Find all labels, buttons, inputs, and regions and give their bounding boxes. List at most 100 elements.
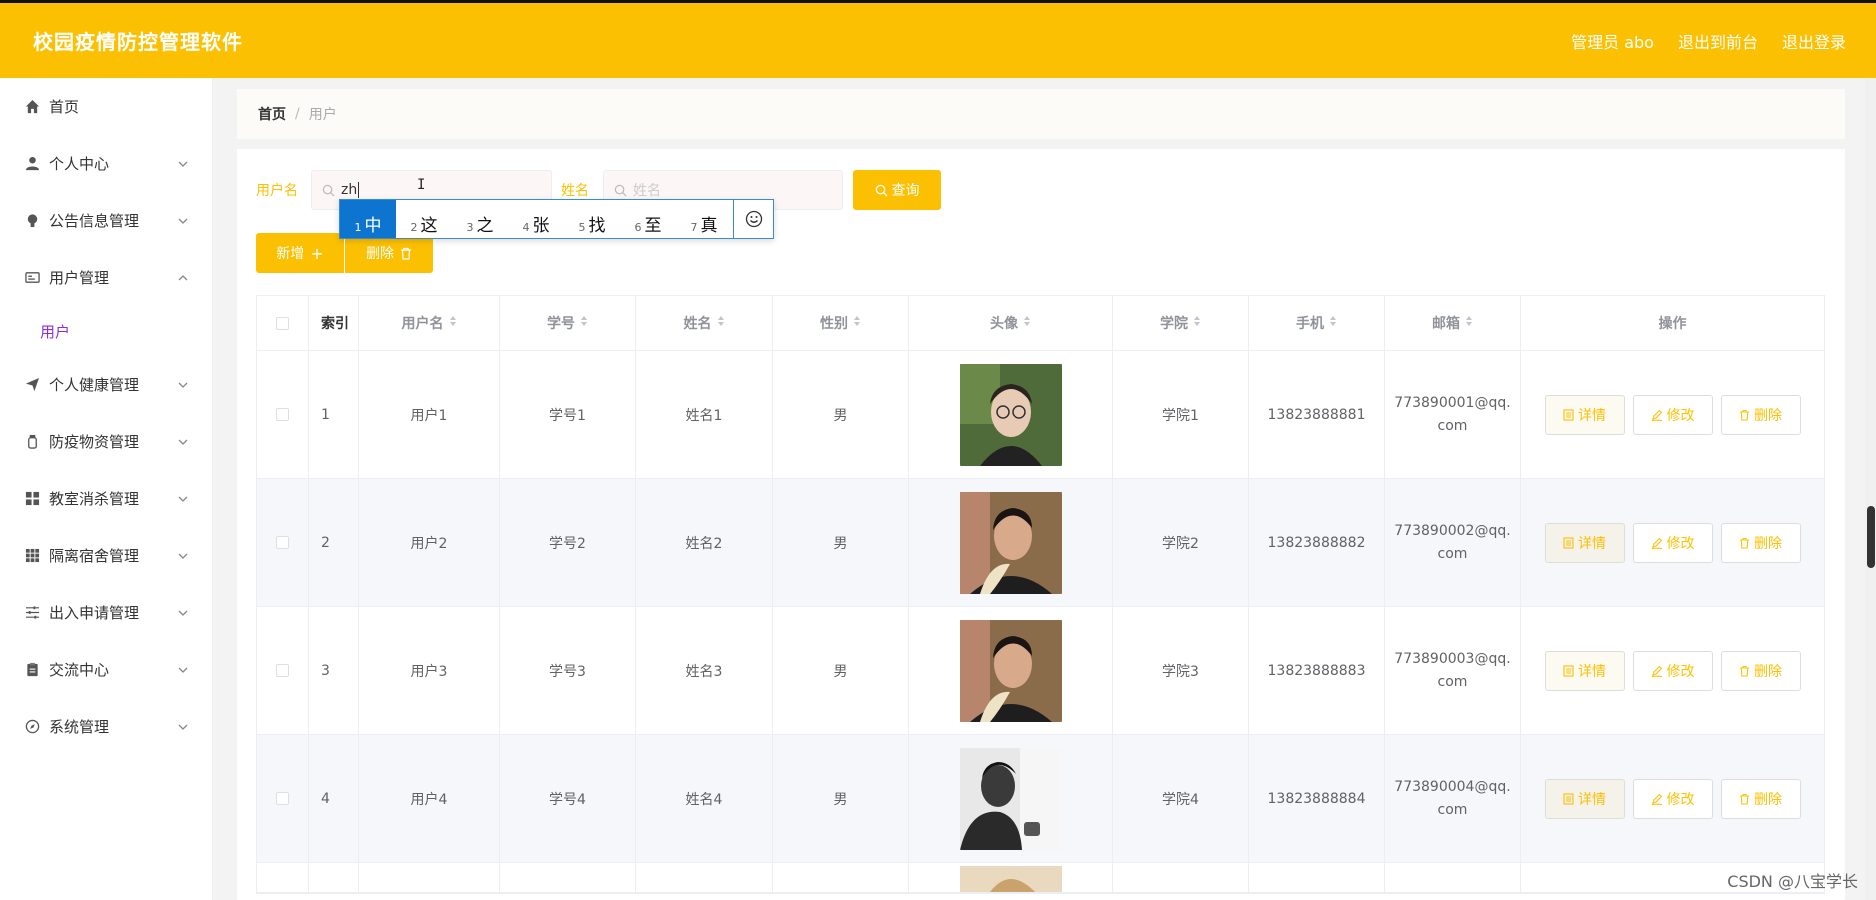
- sidebar-item-health[interactable]: 个人健康管理: [0, 356, 212, 413]
- table-row: 2 用户2 学号2 姓名2 男 学院2 13823888882 77389000…: [257, 479, 1824, 607]
- edit-button[interactable]: 修改: [1632, 522, 1713, 563]
- sidebar-item-classroom[interactable]: 教室消杀管理: [0, 470, 212, 527]
- ime-candidate-char: 中: [364, 216, 382, 236]
- sidebar-item-home[interactable]: 首页: [0, 78, 212, 135]
- select-all-checkbox[interactable]: [276, 316, 289, 330]
- column-header-avatar[interactable]: 头像: [909, 296, 1113, 350]
- cell-avatar: [909, 351, 1113, 478]
- cell-name: 姓名4: [636, 735, 773, 862]
- sidebar-item-announcement[interactable]: 公告信息管理: [0, 192, 212, 249]
- column-header-email[interactable]: 邮箱: [1385, 296, 1521, 350]
- table-row: 3 用户3 学号3 姓名3 男 学院3 13823888883 77389000…: [257, 607, 1824, 735]
- sort-icon: [449, 315, 457, 331]
- cell-index: 4: [309, 735, 359, 862]
- admin-user-link[interactable]: 管理员 abo: [1571, 29, 1654, 53]
- sidebar-item-label: 交流中心: [49, 661, 110, 679]
- search-icon: [614, 184, 627, 196]
- trash-icon: [1740, 665, 1749, 677]
- smiley-icon[interactable]: [733, 200, 773, 238]
- ime-candidate[interactable]: 3之: [452, 200, 508, 238]
- breadcrumb-separator: /: [295, 106, 300, 122]
- batch-delete-button[interactable]: 删除: [345, 233, 433, 273]
- avatar[interactable]: [959, 747, 1062, 850]
- ime-candidate[interactable]: 6至: [620, 200, 676, 238]
- cell-index: 1: [309, 351, 359, 478]
- row-checkbox[interactable]: [276, 536, 289, 549]
- column-header-label: 用户名: [401, 316, 444, 332]
- ime-candidate[interactable]: 1中: [340, 200, 396, 238]
- row-checkbox[interactable]: [276, 664, 289, 677]
- sort-icon: [717, 315, 725, 331]
- email-line: com: [1437, 673, 1468, 690]
- page-scrollbar[interactable]: [1865, 78, 1876, 900]
- detail-button[interactable]: 详情: [1544, 522, 1625, 563]
- ime-candidate[interactable]: 2这: [396, 200, 452, 238]
- sidebar-item-label: 隔离宿舍管理: [49, 547, 140, 565]
- apps-icon: [24, 548, 40, 564]
- delete-button[interactable]: 删除: [1720, 778, 1801, 819]
- cell-index: 2: [309, 479, 359, 606]
- row-checkbox[interactable]: [276, 792, 289, 805]
- cell-actions: 详情 修改 删除: [1521, 479, 1824, 606]
- delete-button[interactable]: 删除: [1720, 522, 1801, 563]
- detail-button[interactable]: 详情: [1544, 650, 1625, 691]
- chevron-down-icon: [176, 492, 190, 506]
- ime-candidate[interactable]: 7真: [676, 200, 732, 238]
- ime-candidate[interactable]: 4张: [508, 200, 564, 238]
- trash-icon: [401, 247, 411, 260]
- bottle-icon: [24, 434, 40, 450]
- sidebar-item-user-management[interactable]: 用户管理: [0, 249, 212, 306]
- detail-button[interactable]: 详情: [1544, 394, 1625, 435]
- table-row: [257, 863, 1824, 893]
- ime-candidate-char: 之: [476, 216, 494, 236]
- column-header-phone[interactable]: 手机: [1249, 296, 1385, 350]
- sidebar-item-dormitory[interactable]: 隔离宿舍管理: [0, 527, 212, 584]
- delete-button-label: 删除: [1754, 535, 1782, 552]
- avatar[interactable]: [959, 619, 1062, 722]
- column-header-username[interactable]: 用户名: [359, 296, 500, 350]
- cell-username: 用户3: [359, 607, 500, 734]
- cell-name: [636, 863, 773, 892]
- sidebar-item-system[interactable]: 系统管理: [0, 698, 212, 755]
- delete-button[interactable]: 删除: [1720, 650, 1801, 691]
- scrollbar-thumb[interactable]: [1867, 506, 1875, 568]
- query-button[interactable]: 查询: [853, 170, 941, 210]
- sidebar-item-supplies[interactable]: 防疫物资管理: [0, 413, 212, 470]
- column-header-name[interactable]: 姓名: [636, 296, 773, 350]
- logout-link[interactable]: 退出登录: [1782, 29, 1846, 53]
- delete-button[interactable]: 删除: [1720, 394, 1801, 435]
- cell-name: 姓名2: [636, 479, 773, 606]
- breadcrumb-home[interactable]: 首页: [258, 104, 286, 124]
- column-header-actions: 操作: [1658, 316, 1687, 332]
- ime-candidate[interactable]: 5找: [564, 200, 620, 238]
- exit-to-frontend-link[interactable]: 退出到前台: [1678, 29, 1758, 53]
- add-button[interactable]: 新增 +: [256, 233, 344, 273]
- edit-button[interactable]: 修改: [1632, 778, 1713, 819]
- sidebar-item-label: 个人中心: [49, 155, 110, 173]
- sidebar-item-personal-center[interactable]: 个人中心: [0, 135, 212, 192]
- plus-icon: +: [310, 243, 324, 263]
- cell-phone: 13823888882: [1249, 479, 1385, 606]
- detail-button[interactable]: 详情: [1544, 778, 1625, 819]
- edit-button-label: 修改: [1666, 535, 1695, 552]
- column-header-college[interactable]: 学院: [1113, 296, 1249, 350]
- avatar[interactable]: [959, 866, 1062, 892]
- sidebar-subitem-user[interactable]: 用户: [0, 306, 212, 356]
- edit-button[interactable]: 修改: [1632, 650, 1713, 691]
- chevron-down-icon: [176, 663, 190, 677]
- avatar[interactable]: [959, 363, 1062, 466]
- sidebar-item-access[interactable]: 出入申请管理: [0, 584, 212, 641]
- edit-button[interactable]: 修改: [1632, 394, 1713, 435]
- cell-index: 3: [309, 607, 359, 734]
- cell-phone: 13823888883: [1249, 607, 1385, 734]
- avatar[interactable]: [959, 491, 1062, 594]
- sidebar-item-communication[interactable]: 交流中心: [0, 641, 212, 698]
- email-line: com: [1437, 545, 1468, 562]
- table-row: 1 用户1 学号1 姓名1 男 学院1 13823888881 77389000…: [257, 351, 1824, 479]
- cell-student-no: 学号4: [500, 735, 636, 862]
- cell-username: [359, 863, 500, 892]
- column-header-gender[interactable]: 性别: [773, 296, 909, 350]
- row-checkbox[interactable]: [276, 408, 289, 421]
- edit-button-label: 修改: [1666, 663, 1695, 680]
- column-header-student-no[interactable]: 学号: [500, 296, 636, 350]
